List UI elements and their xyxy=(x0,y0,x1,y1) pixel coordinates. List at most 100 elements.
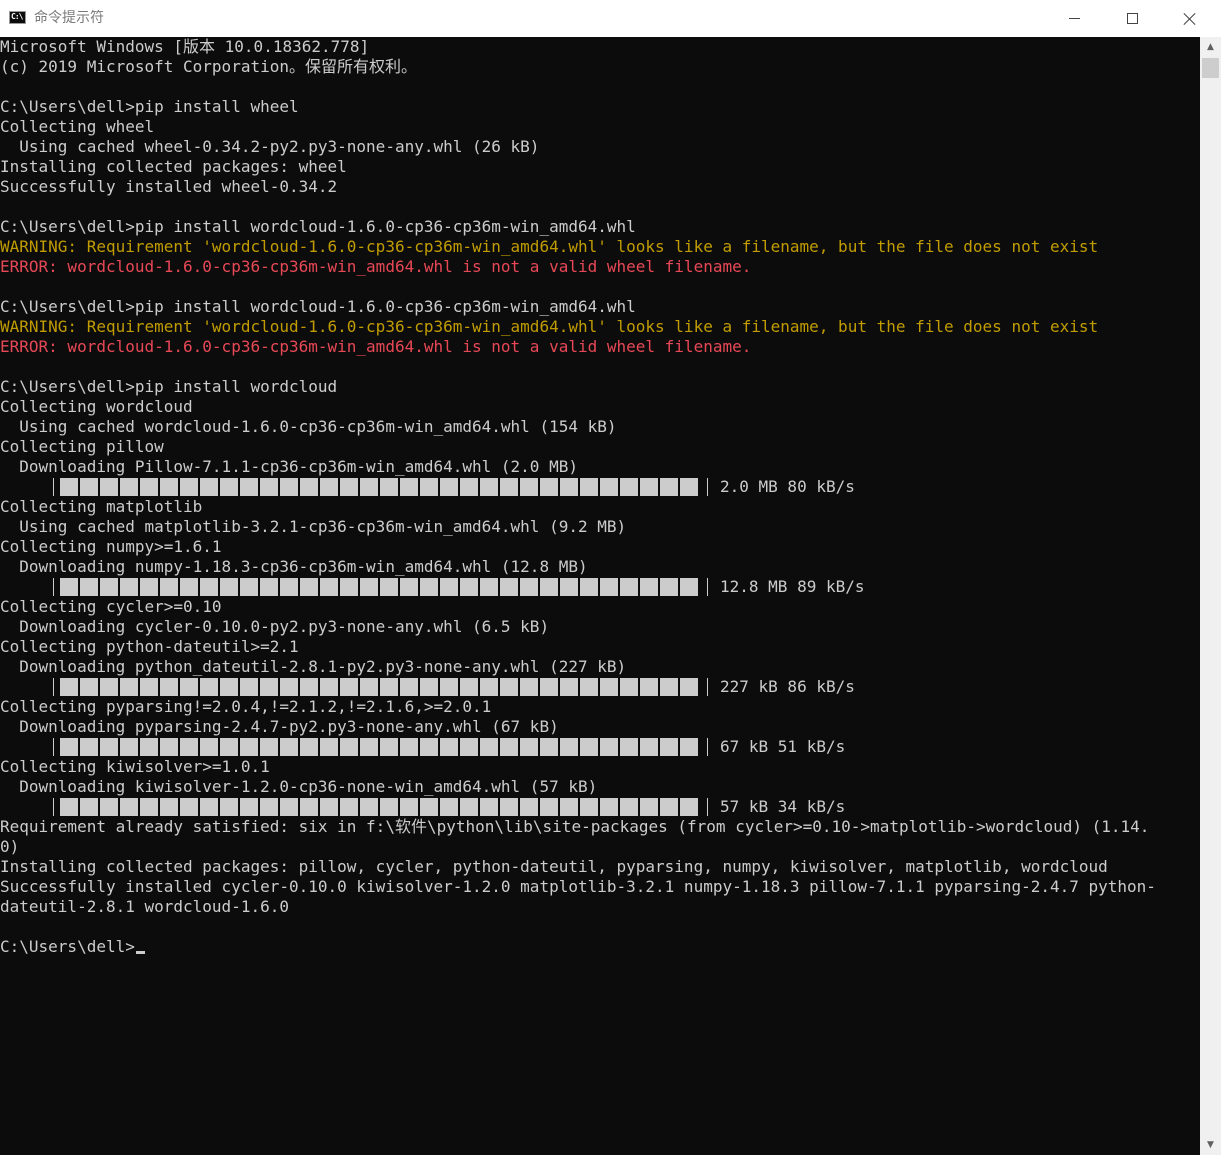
console-line: 0) xyxy=(0,837,20,856)
progress-block xyxy=(380,578,398,596)
progress-bar-right-edge xyxy=(707,798,708,816)
console-line: Collecting pyparsing!=2.0.4,!=2.1.2,!=2.… xyxy=(0,697,492,716)
progress-block xyxy=(260,678,278,696)
progress-block xyxy=(80,478,98,496)
progress-block xyxy=(400,478,418,496)
progress-block xyxy=(60,578,78,596)
progress-block xyxy=(460,738,478,756)
progress-block xyxy=(300,678,318,696)
console-line: Microsoft Windows [版本 10.0.18362.778] xyxy=(0,37,370,56)
progress-block xyxy=(540,798,558,816)
vertical-scrollbar[interactable]: ▲ ▼ xyxy=(1200,37,1221,1155)
progress-block xyxy=(520,798,538,816)
minimize-icon xyxy=(1068,18,1080,19)
progress-block xyxy=(200,798,218,816)
console-line: Using cached matplotlib-3.2.1-cp36-cp36m… xyxy=(0,517,627,536)
progress-block xyxy=(140,738,158,756)
progress-block xyxy=(540,738,558,756)
progress-block xyxy=(100,678,118,696)
progress-block xyxy=(140,578,158,596)
progress-block xyxy=(80,798,98,816)
title-bar[interactable]: C:\ 命令提示符 xyxy=(0,0,1221,37)
progress-block xyxy=(300,738,318,756)
progress-block xyxy=(100,578,118,596)
progress-block xyxy=(680,798,698,816)
progress-block xyxy=(220,738,238,756)
progress-block xyxy=(200,738,218,756)
maximize-button[interactable] xyxy=(1103,0,1161,37)
scrollbar-thumb[interactable] xyxy=(1202,58,1219,78)
progress-block xyxy=(420,678,438,696)
progress-block xyxy=(680,738,698,756)
progress-block xyxy=(280,578,298,596)
progress-block xyxy=(400,738,418,756)
progress-block xyxy=(560,578,578,596)
console-line: Downloading kiwisolver-1.2.0-cp36-none-w… xyxy=(0,777,598,796)
progress-block xyxy=(180,798,198,816)
progress-block xyxy=(520,578,538,596)
download-progress-info: 57 kB 34 kB/s xyxy=(720,797,846,816)
progress-block xyxy=(440,678,458,696)
progress-block xyxy=(660,478,678,496)
console-line: Collecting wheel xyxy=(0,117,155,136)
progress-block xyxy=(480,798,498,816)
progress-block xyxy=(660,578,678,596)
scroll-down-arrow-icon: ▼ xyxy=(1207,1140,1214,1150)
progress-block xyxy=(180,578,198,596)
download-progress-info: 12.8 MB 89 kB/s xyxy=(720,577,865,596)
progress-block xyxy=(640,478,658,496)
text-cursor xyxy=(135,951,145,954)
progress-block xyxy=(460,678,478,696)
console-line: Collecting pillow xyxy=(0,437,164,456)
error-line: ERROR: wordcloud-1.6.0-cp36-cp36m-win_am… xyxy=(0,337,752,356)
progress-block xyxy=(380,478,398,496)
progress-block xyxy=(240,578,258,596)
progress-block xyxy=(660,678,678,696)
scroll-down-button[interactable]: ▼ xyxy=(1200,1135,1221,1155)
error-line: ERROR: wordcloud-1.6.0-cp36-cp36m-win_am… xyxy=(0,257,752,276)
progress-block xyxy=(500,678,518,696)
console-line: Using cached wheel-0.34.2-py2.py3-none-a… xyxy=(0,137,540,156)
console-line: Downloading pyparsing-2.4.7-py2.py3-none… xyxy=(0,717,559,736)
progress-block xyxy=(380,738,398,756)
progress-block xyxy=(120,578,138,596)
console-line: Downloading Pillow-7.1.1-cp36-cp36m-win_… xyxy=(0,457,578,476)
prompt-text: C:\Users\dell> xyxy=(0,937,135,956)
progress-block xyxy=(440,738,458,756)
progress-block xyxy=(60,478,78,496)
progress-block xyxy=(360,678,378,696)
console-output[interactable]: Microsoft Windows [版本 10.0.18362.778] (c)… xyxy=(0,37,1200,1155)
warning-line: WARNING: Requirement 'wordcloud-1.6.0-cp… xyxy=(0,317,1099,336)
console-line: Successfully installed cycler-0.10.0 kiw… xyxy=(0,877,1156,896)
progress-block xyxy=(100,478,118,496)
console-line: Collecting numpy>=1.6.1 xyxy=(0,537,222,556)
progress-block xyxy=(620,798,638,816)
progress-block xyxy=(600,578,618,596)
progress-block xyxy=(60,738,78,756)
progress-bar-left-edge xyxy=(53,798,54,816)
console-line: Collecting python-dateutil>=2.1 xyxy=(0,637,299,656)
scroll-up-button[interactable]: ▲ xyxy=(1200,37,1221,57)
progress-block xyxy=(640,678,658,696)
progress-block xyxy=(620,678,638,696)
minimize-button[interactable] xyxy=(1045,0,1103,37)
command-prompt-line[interactable]: C:\Users\dell> xyxy=(0,937,145,957)
progress-block xyxy=(360,738,378,756)
progress-block xyxy=(680,478,698,496)
progress-block xyxy=(500,798,518,816)
progress-block xyxy=(140,798,158,816)
progress-block xyxy=(420,478,438,496)
command-prompt-icon[interactable]: C:\ xyxy=(9,11,26,24)
progress-block xyxy=(300,478,318,496)
progress-block xyxy=(520,678,538,696)
console-line: Collecting cycler>=0.10 xyxy=(0,597,222,616)
progress-block xyxy=(240,678,258,696)
progress-block xyxy=(460,478,478,496)
progress-block xyxy=(160,678,178,696)
scroll-up-arrow-icon: ▲ xyxy=(1207,42,1214,52)
progress-block xyxy=(100,798,118,816)
progress-block xyxy=(580,578,598,596)
progress-block xyxy=(340,678,358,696)
close-button[interactable] xyxy=(1161,0,1219,37)
progress-block xyxy=(500,578,518,596)
